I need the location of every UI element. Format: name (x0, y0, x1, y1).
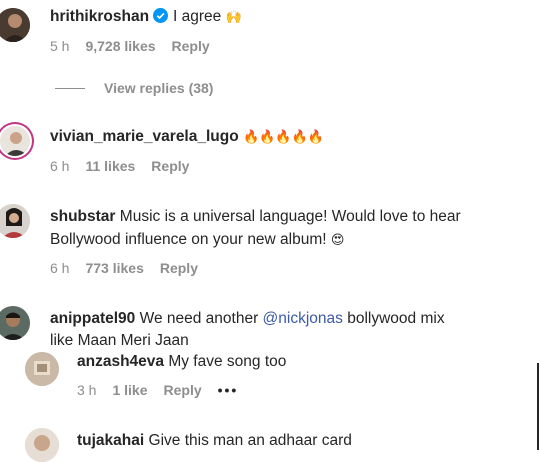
avatar[interactable] (0, 306, 30, 340)
reply-username[interactable]: anzash4eva (77, 353, 164, 370)
comment-meta: 6 h 773 likes Reply (50, 260, 214, 276)
comment-text: We need another (139, 310, 259, 327)
reply-text: Give this man an adhaar card (148, 432, 352, 449)
avatar-image (0, 306, 30, 340)
comment-text: I agree (173, 8, 222, 25)
reply-likes[interactable]: 1 like (112, 382, 147, 398)
comment-username[interactable]: vivian_marie_varela_lugo (50, 128, 239, 145)
mention-link[interactable]: @nickjonas (263, 310, 343, 327)
comment-line: shubstar Music is a universal language! … (50, 205, 461, 228)
avatar-image (25, 428, 59, 462)
comment-likes[interactable]: 9,728 likes (85, 38, 155, 54)
comment-username[interactable]: hrithikroshan (50, 8, 149, 25)
comment-time[interactable]: 6 h (50, 158, 69, 174)
avatar[interactable] (0, 8, 30, 42)
comment-line-2: like Maan Meri Jaan (50, 329, 189, 352)
avatar-image (0, 8, 30, 42)
avatar-image (0, 126, 30, 156)
view-replies-button[interactable]: View replies (38) (104, 80, 213, 96)
comment-text: Music is a universal language! Would lov… (119, 208, 461, 225)
comment-meta: 6 h 11 likes Reply (50, 158, 205, 174)
reply-meta: 3 h 1 like Reply ••• (77, 382, 254, 398)
comment-line: hrithikroshan I agree 🙌 (50, 5, 242, 29)
reply-button[interactable]: Reply (164, 382, 202, 398)
reply-line: anzash4eva My fave song too (77, 350, 286, 373)
reply-text: My fave song too (168, 353, 287, 370)
scrollbar[interactable] (537, 363, 539, 450)
raising-hands-emoji: 🙌 (225, 10, 242, 25)
more-options-icon[interactable]: ••• (218, 382, 239, 398)
reply-button[interactable]: Reply (151, 158, 189, 174)
comment-username[interactable]: anippatel90 (50, 310, 135, 327)
avatar[interactable] (25, 428, 59, 462)
comment-username[interactable]: shubstar (50, 208, 115, 225)
reply-username[interactable]: tujakahai (77, 432, 144, 449)
avatar[interactable] (25, 352, 59, 386)
fire-emoji: 🔥🔥🔥🔥🔥 (243, 130, 324, 145)
heart-eyes-emoji: 😍 (330, 233, 345, 248)
comment-text: Bollywood influence on your new album! (50, 231, 327, 248)
avatar-story-ring[interactable] (0, 122, 34, 160)
comment-time[interactable]: 6 h (50, 260, 69, 276)
view-replies-divider (55, 88, 85, 89)
comment-meta: 5 h 9,728 likes Reply (50, 38, 226, 54)
comment-line-2: Bollywood influence on your new album! 😍 (50, 228, 344, 252)
comment-time[interactable]: 5 h (50, 38, 69, 54)
verified-badge-icon (153, 8, 169, 23)
comment-line: vivian_marie_varela_lugo 🔥🔥🔥🔥🔥 (50, 125, 324, 149)
reply-button[interactable]: Reply (160, 260, 198, 276)
reply-time[interactable]: 3 h (77, 382, 96, 398)
avatar-image (25, 352, 59, 386)
avatar[interactable] (0, 204, 30, 238)
comment-text: bollywood mix (347, 310, 445, 327)
comment-text: like Maan Meri Jaan (50, 332, 189, 349)
comment-likes[interactable]: 773 likes (85, 260, 143, 276)
avatar-image (0, 204, 30, 238)
comment-likes[interactable]: 11 likes (85, 158, 135, 174)
comment-line: anippatel90 We need another @nickjonas b… (50, 307, 445, 330)
reply-line: tujakahai Give this man an adhaar card (77, 429, 352, 452)
reply-button[interactable]: Reply (172, 38, 210, 54)
